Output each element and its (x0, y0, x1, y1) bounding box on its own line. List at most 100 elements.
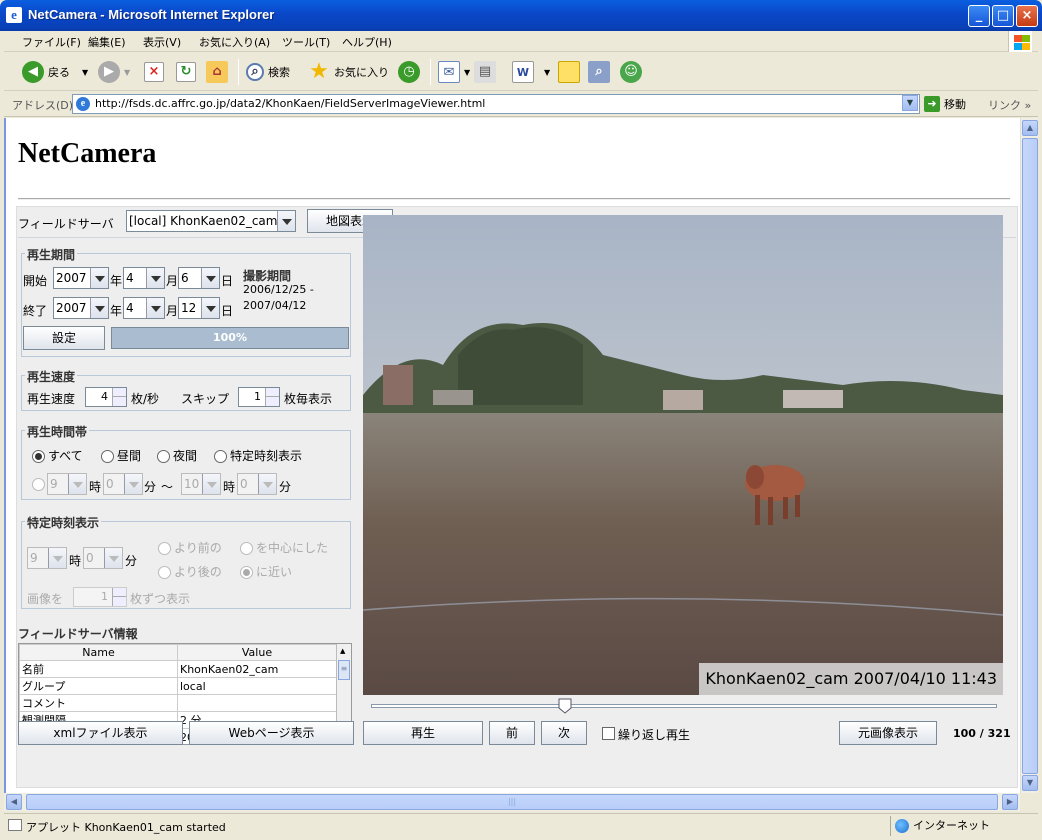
radio-nearest[interactable]: に近い (240, 565, 292, 579)
info-name-cell: グループ (19, 677, 178, 695)
horizontal-scrollbar[interactable]: ◀ ||| ▶ (4, 793, 1020, 811)
address-dropdown-button[interactable]: ▼ (902, 95, 918, 111)
back-button[interactable]: ◀ 戻る ▼ (22, 59, 88, 85)
play-button[interactable]: 再生 (363, 721, 483, 745)
menu-bar: ファイル(F) 編集(E) 表示(V) お気に入り(A) ツール(T) ヘルプ(… (4, 31, 1038, 52)
mail-button[interactable]: ✉ ▼ (438, 59, 470, 85)
server-info-title: フィールドサーバ情報 (18, 627, 138, 641)
status-text: アプレット KhonKaen01_cam started (26, 821, 226, 834)
history-button[interactable]: ◷ (398, 59, 424, 85)
shoot-period-to: 2007/04/12 (243, 299, 307, 312)
vertical-scrollbar[interactable]: ▲ ▼ (1020, 118, 1038, 793)
radio-after[interactable]: より後の (158, 565, 222, 579)
go-button[interactable]: ➜ 移動 (924, 96, 966, 112)
radio-night[interactable]: 夜間 (157, 449, 197, 463)
start-day-select[interactable]: 6 (178, 267, 220, 289)
address-label: アドレス(D) (12, 99, 74, 112)
print-button[interactable]: ▤ (474, 59, 500, 85)
frame-counter: 100 / 321 (953, 727, 1011, 740)
end-year-select[interactable]: 2007 (53, 297, 109, 319)
table-row[interactable]: コメント (19, 694, 337, 712)
speed-label: 再生速度 (27, 392, 76, 406)
stop-button[interactable]: × (144, 59, 168, 85)
shoot-period-from: 2006/12/25 - (243, 283, 314, 296)
favorites-button[interactable]: ★ お気に入り (308, 59, 389, 85)
toolbar: ◀ 戻る ▼ ▶ ▼ × ↻ ⌂ ⌕ 検索 ★ お気に入り ◷ ✉ ▼ ▤ W ▼ ⌕ … (4, 53, 1038, 91)
messenger-button[interactable]: ☺ (620, 59, 646, 85)
page-icon: e (76, 97, 90, 111)
page-content: NetCamera フィールドサーバ [local] KhonKaen02_ca… (4, 118, 1020, 793)
table-row[interactable]: 名前 KhonKaen02_cam (19, 660, 337, 678)
xml-file-button[interactable]: xmlファイル表示 (18, 721, 183, 745)
column-header-value: Value (177, 644, 337, 661)
info-name-cell: コメント (19, 694, 178, 712)
loop-checkbox[interactable]: 繰り返し再生 (602, 726, 690, 743)
end-month-select[interactable]: 4 (123, 297, 165, 319)
range-to-hour-select[interactable]: 10 (181, 473, 221, 495)
next-button[interactable]: 次 (541, 721, 587, 745)
menu-favorites[interactable]: お気に入り(A) (199, 34, 270, 50)
start-label: 開始 (23, 274, 48, 288)
images-per-step-spinner[interactable]: 1 (73, 587, 127, 607)
page-title: NetCamera (18, 138, 157, 169)
original-image-button[interactable]: 元画像表示 (839, 721, 937, 745)
research-button[interactable]: ⌕ (588, 59, 614, 85)
timeline-slider[interactable] (371, 704, 997, 708)
table-row[interactable]: グループ local (19, 677, 337, 695)
end-day-select[interactable]: 12 (178, 297, 220, 319)
security-zone: インターネット (890, 816, 1020, 836)
range-from-hour-select[interactable]: 9 (47, 473, 87, 495)
forward-button[interactable]: ▶ ▼ (98, 59, 130, 85)
camera-image: KhonKaen02_cam 2007/04/10 11:43 (363, 215, 1003, 695)
scroll-up-button[interactable]: ▲ (1022, 120, 1038, 136)
web-page-button[interactable]: Webページ表示 (189, 721, 354, 745)
close-button[interactable]: × (1016, 5, 1038, 27)
specific-hour-select[interactable]: 9 (27, 547, 67, 569)
radio-all[interactable]: すべて (32, 449, 83, 463)
scroll-left-button[interactable]: ◀ (6, 794, 22, 810)
menu-help[interactable]: ヘルプ(H) (342, 34, 392, 50)
address-input[interactable]: e http://fsds.dc.affrc.go.jp/data2/KhonK… (72, 94, 920, 114)
search-button[interactable]: ⌕ 検索 (246, 59, 290, 85)
radio-daytime[interactable]: 昼間 (101, 449, 141, 463)
refresh-button[interactable]: ↻ (176, 59, 200, 85)
skip-spinner[interactable]: 1 (238, 387, 280, 407)
scroll-down-button[interactable]: ▼ (1022, 775, 1038, 791)
home-button[interactable]: ⌂ (206, 59, 232, 85)
history-icon: ◷ (398, 61, 420, 83)
specific-minute-select[interactable]: 0 (83, 547, 123, 569)
menu-tools[interactable]: ツール(T) (282, 34, 330, 50)
start-year-select[interactable]: 2007 (53, 267, 109, 289)
minimize-button[interactable]: _ (968, 5, 990, 27)
horizontal-scroll-thumb[interactable]: ||| (26, 794, 998, 810)
window-title: NetCamera - Microsoft Internet Explorer (28, 7, 275, 22)
vertical-scroll-thumb[interactable] (1022, 138, 1038, 774)
maximize-button[interactable]: □ (992, 5, 1014, 27)
status-bar: アプレット KhonKaen01_cam started インターネット (4, 813, 1038, 837)
scroll-right-button[interactable]: ▶ (1002, 794, 1018, 810)
server-select[interactable]: [local] KhonKaen02_cam (126, 210, 296, 232)
title-bar[interactable]: e NetCamera - Microsoft Internet Explore… (0, 0, 1042, 31)
radio-before[interactable]: より前の (158, 541, 222, 555)
set-button[interactable]: 設定 (23, 326, 105, 350)
radio-specific-time[interactable]: 特定時刻表示 (214, 449, 302, 463)
menu-edit[interactable]: 編集(E) (88, 34, 126, 50)
range-to-minute-select[interactable]: 0 (237, 473, 277, 495)
discuss-button[interactable] (558, 59, 584, 85)
menu-file[interactable]: ファイル(F) (22, 34, 81, 50)
globe-icon (895, 819, 909, 833)
range-from-minute-select[interactable]: 0 (103, 473, 143, 495)
previous-button[interactable]: 前 (489, 721, 535, 745)
slider-thumb[interactable] (558, 698, 572, 714)
links-button[interactable]: リンク » (988, 97, 1031, 113)
start-month-select[interactable]: 4 (123, 267, 165, 289)
shoot-period-label: 撮影期間 (243, 269, 292, 283)
research-icon: ⌕ (588, 61, 610, 83)
search-icon: ⌕ (246, 63, 264, 81)
printer-icon: ▤ (474, 61, 496, 83)
info-value-cell (177, 694, 337, 712)
speed-spinner[interactable]: 4 (85, 387, 127, 407)
menu-view[interactable]: 表示(V) (143, 34, 181, 50)
radio-centered[interactable]: を中心にした (240, 541, 328, 555)
edit-button[interactable]: W ▼ (512, 59, 550, 85)
